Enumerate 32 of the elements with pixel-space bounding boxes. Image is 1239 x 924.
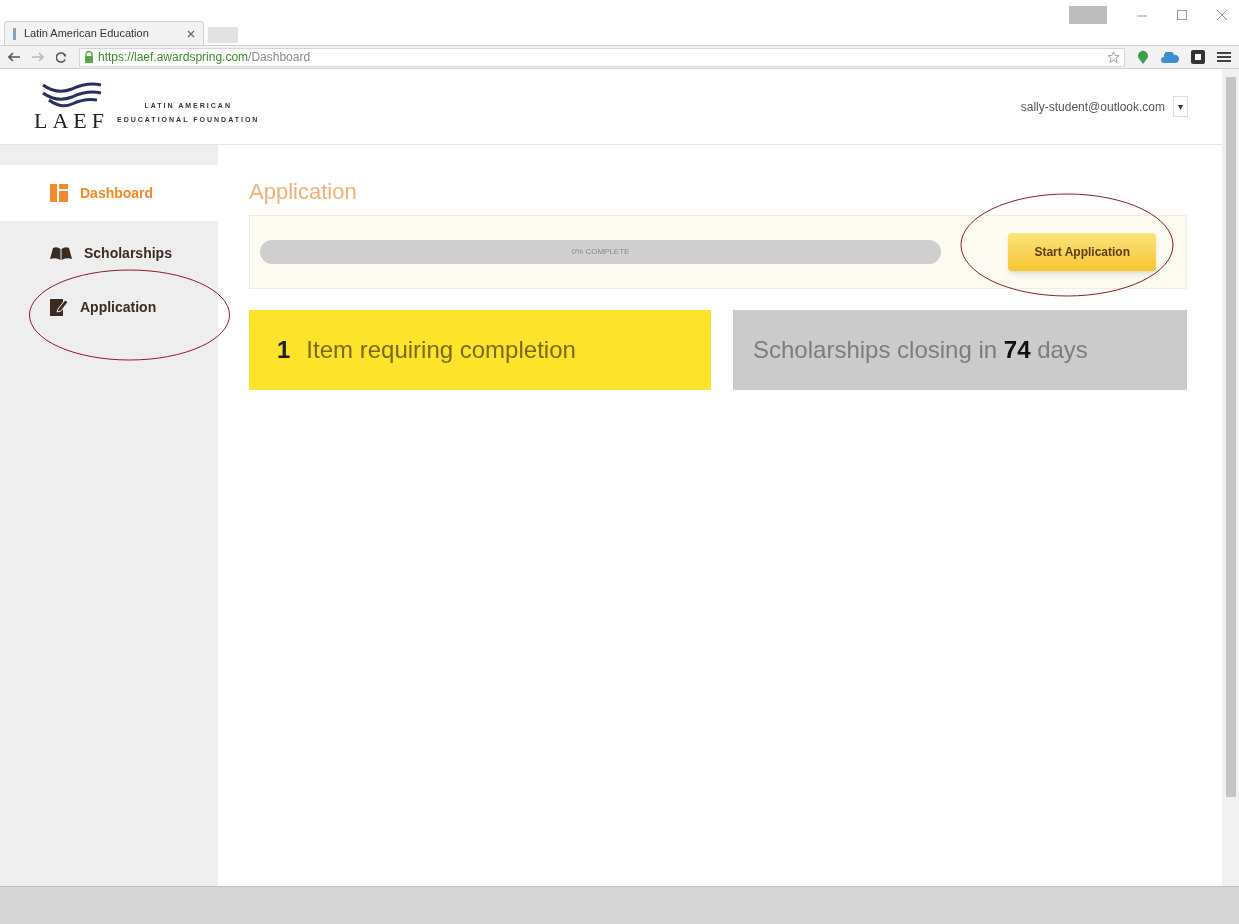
scrollbar-thumb[interactable]	[1225, 77, 1236, 797]
sidebar-item[interactable]: Application	[0, 281, 218, 333]
logo-text: LAEF	[34, 109, 109, 132]
forward-arrow-icon[interactable]	[32, 52, 44, 62]
reload-icon[interactable]	[56, 51, 67, 63]
tab-title: Latin American Education	[24, 26, 149, 42]
pin-icon[interactable]	[1137, 50, 1149, 64]
card-text: Item requiring completion	[306, 335, 576, 365]
favicon-icon	[13, 27, 16, 40]
wave-logo-icon	[40, 81, 103, 110]
close-icon[interactable]	[187, 29, 195, 38]
card-text: Scholarships closing in 74 days	[753, 335, 1088, 365]
maximize-icon[interactable]	[1177, 10, 1187, 20]
back-arrow-icon[interactable]	[8, 52, 20, 62]
sidebar-item[interactable]: Scholarships	[0, 227, 218, 279]
address-field[interactable]: https://laef.awardspring.com/Dashboard	[79, 47, 1125, 67]
account-email[interactable]: sally-student@outlook.com	[1020, 97, 1165, 116]
account-dropdown-button[interactable]: ▾	[1173, 96, 1188, 117]
item-count: 1	[277, 335, 291, 365]
start-application-button[interactable]: Start Application	[1008, 233, 1156, 271]
extension-icon[interactable]	[1191, 50, 1205, 64]
url-text: https://laef.awardspring.com/Dashboard	[98, 49, 311, 66]
star-icon[interactable]	[1107, 50, 1120, 64]
cloud-icon[interactable]	[1161, 51, 1179, 63]
browser-tab[interactable]: Latin American Education	[4, 21, 204, 45]
close-icon[interactable]	[1217, 10, 1227, 20]
section-title: Application	[249, 181, 358, 203]
menu-icon[interactable]	[1217, 51, 1231, 63]
lock-icon	[84, 51, 94, 63]
edit-document-icon	[50, 298, 68, 316]
book-icon	[50, 246, 72, 260]
layout-icon	[50, 184, 68, 202]
